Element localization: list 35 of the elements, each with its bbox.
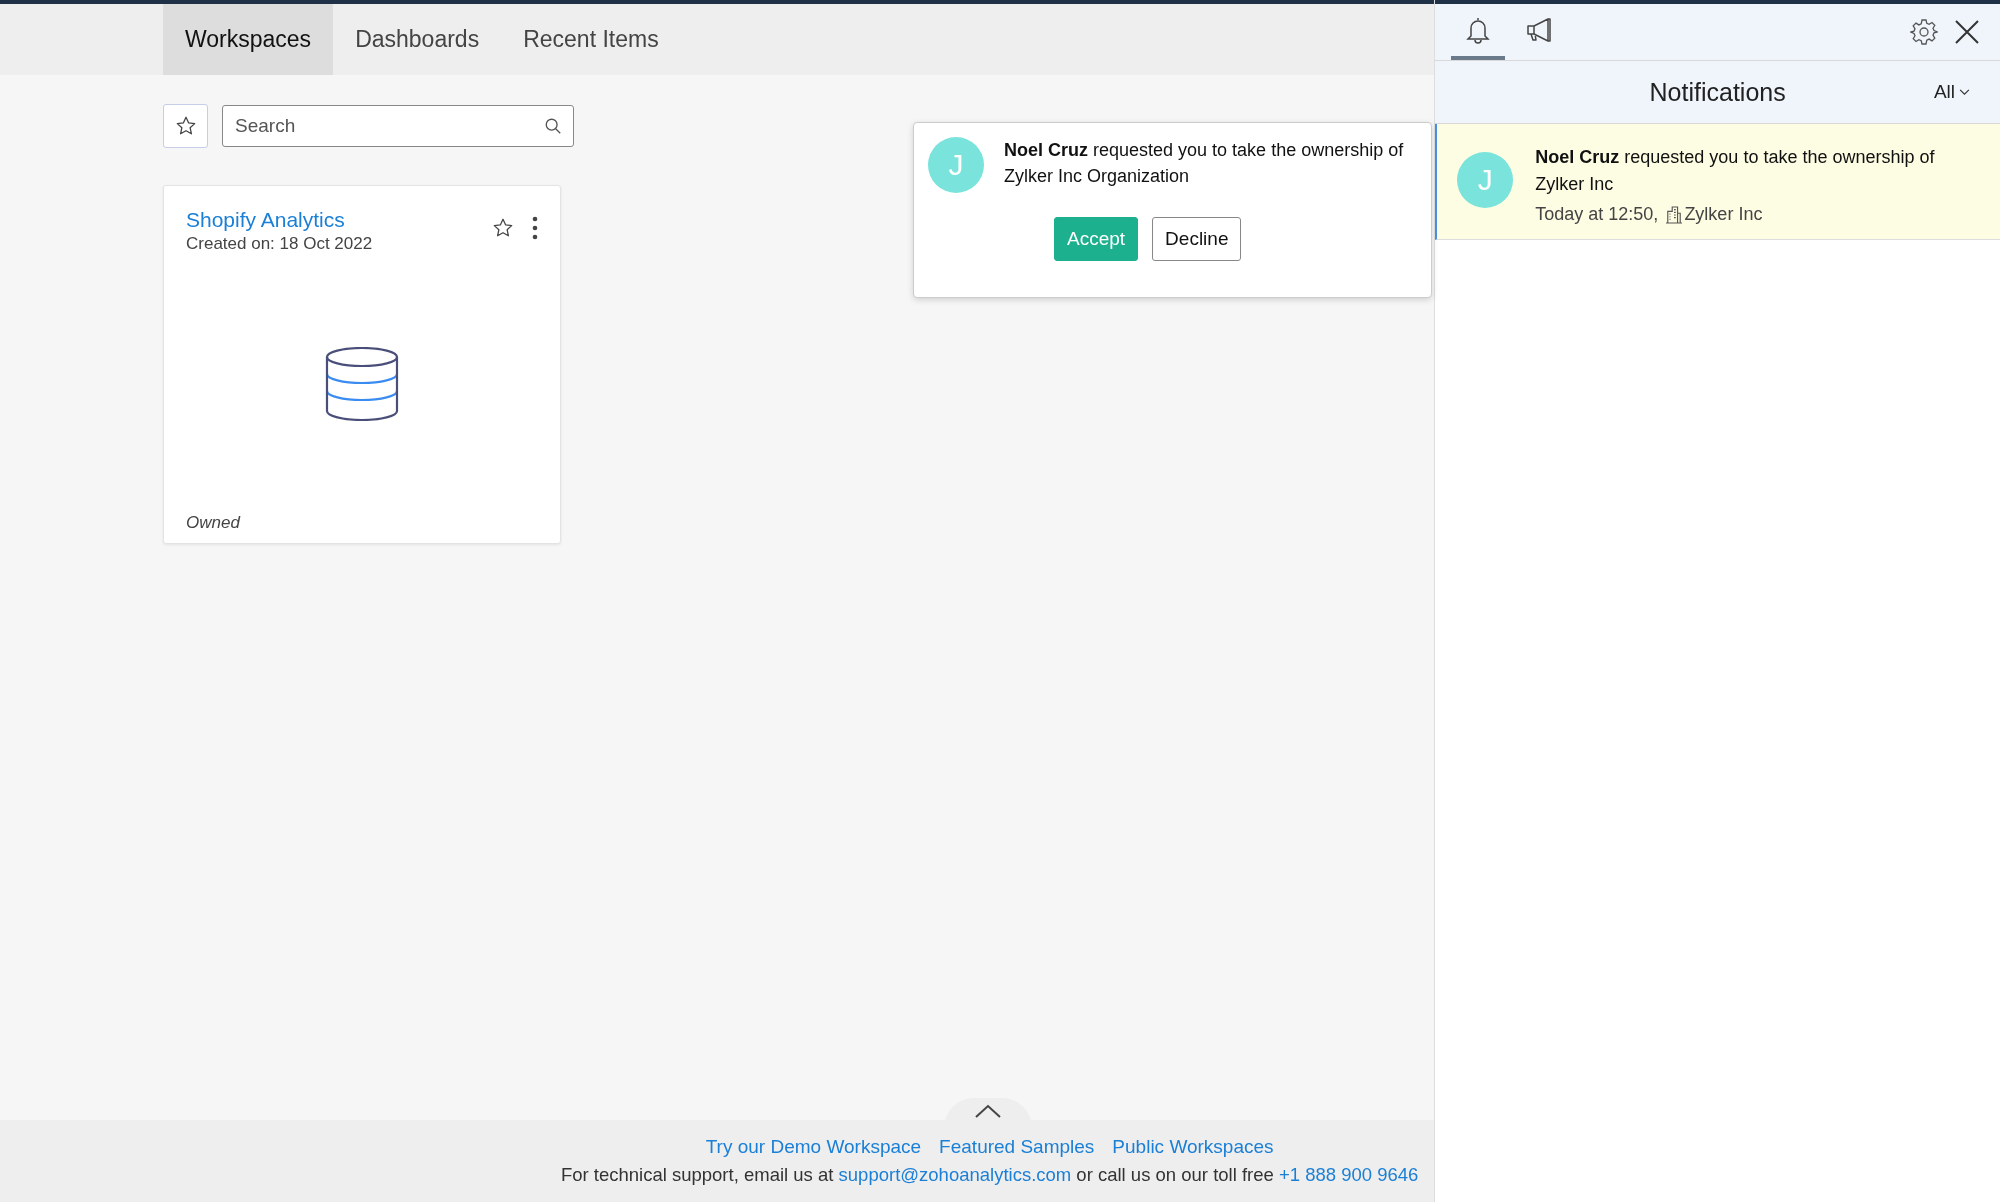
close-icon — [1954, 19, 1980, 45]
search-icon — [544, 117, 562, 135]
nav-tab[interactable]: Workspaces — [163, 4, 334, 75]
support-text: For technical support, email us at support@zohoanalytics.com or call us on our toll free +1 888 900 9646 — [560, 1164, 1419, 1186]
notification-time: Today at 12:50, — [1535, 204, 1659, 225]
ownership-label: Owned — [186, 513, 240, 533]
decline-button[interactable]: Decline — [1152, 217, 1242, 261]
panel-title: Notifications — [1649, 77, 1786, 107]
organization-name: Zylker Inc — [1684, 204, 1763, 225]
workspace-card[interactable]: Shopify Analytics Created on: 18 Oct 2022 Owned — [163, 185, 561, 544]
request-message: Noel Cruz requested you to take the ownership of Zylker Inc Organization — [1004, 139, 1405, 188]
notification-message: Noel Cruz requested you to take the ownership of Zylker Inc — [1535, 146, 1936, 196]
footer-link[interactable]: Public Workspaces — [1112, 1136, 1274, 1158]
chevron-down-icon — [1959, 88, 1970, 96]
filter-dropdown[interactable]: All — [1927, 80, 1976, 104]
avatar: J — [1457, 152, 1514, 208]
workspace-title-link[interactable]: Shopify Analytics — [186, 208, 345, 232]
notification-item[interactable]: J Noel Cruz requested you to take the ownership of Zylker Inc Today at 12:50, Zylker Inc — [1435, 124, 2000, 240]
avatar: J — [928, 137, 984, 193]
settings-icon — [1910, 18, 1938, 46]
search-field[interactable]: Search — [222, 105, 574, 147]
database-icon — [325, 346, 399, 421]
nav-tab[interactable]: Recent Items — [501, 4, 681, 75]
created-date: Created on: 18 Oct 2022 — [186, 234, 374, 254]
star-icon[interactable] — [492, 217, 514, 239]
more-options-icon[interactable] — [532, 216, 538, 240]
phone-link[interactable]: +1 888 900 9646 — [1278, 1164, 1419, 1185]
email-link[interactable]: support@zohoanalytics.com — [838, 1164, 1072, 1185]
building-icon — [1666, 205, 1683, 224]
footer-link[interactable]: Featured Samples — [939, 1136, 1095, 1158]
favorites-button[interactable] — [163, 104, 208, 148]
nav-tab[interactable]: Dashboards — [333, 4, 502, 75]
footer-link[interactable]: Try our Demo Workspace — [705, 1136, 922, 1158]
star-icon — [174, 115, 197, 137]
chevron-up-icon — [975, 1104, 1001, 1118]
